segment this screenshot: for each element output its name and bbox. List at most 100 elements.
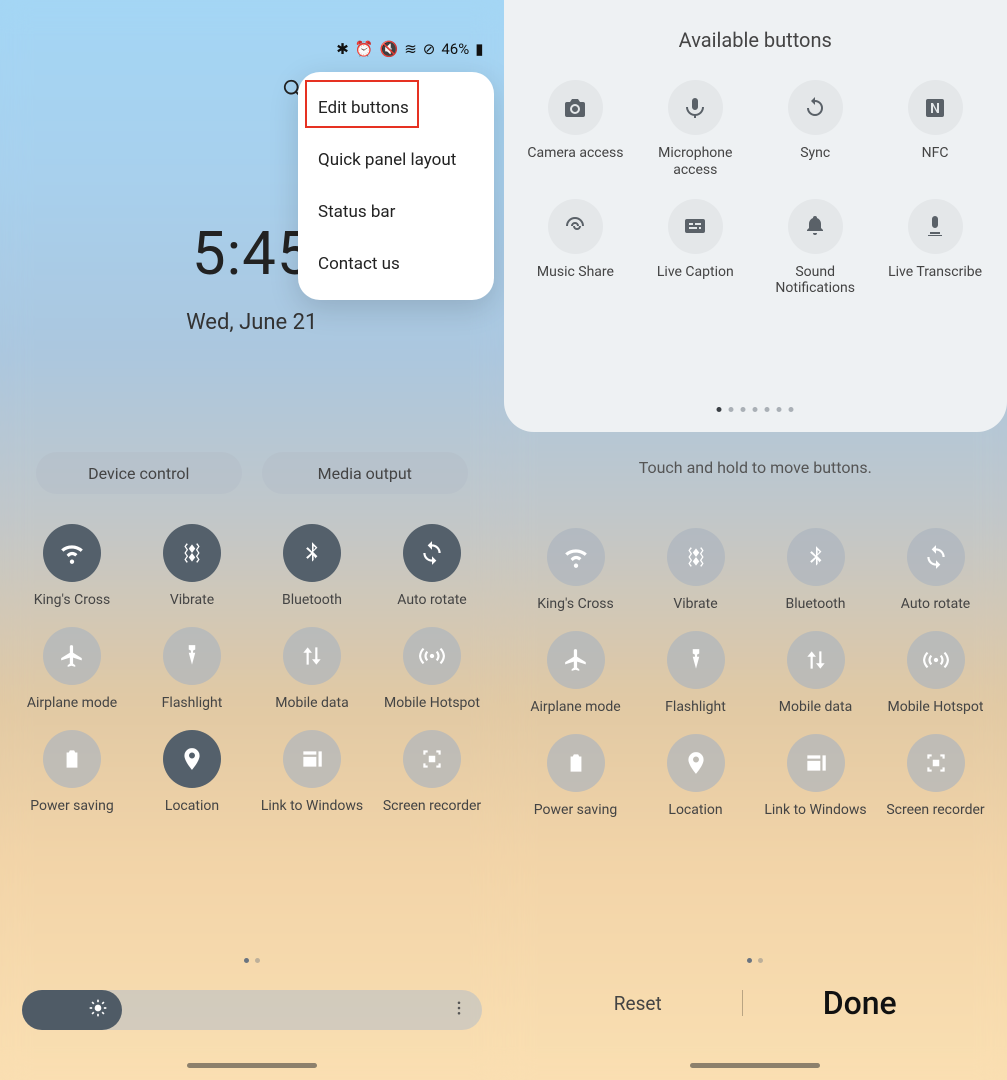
- hotspot-icon: [907, 631, 965, 689]
- data-icon: [787, 631, 845, 689]
- qs-tile-wifi[interactable]: King's Cross: [516, 528, 636, 613]
- qs-tile-plane[interactable]: Airplane mode: [516, 631, 636, 716]
- separator: [742, 990, 743, 1016]
- available-tile-transcribe[interactable]: Live Transcribe: [875, 199, 995, 298]
- qs-tile-rotate[interactable]: Auto rotate: [372, 524, 492, 609]
- qs-tile-label: Bluetooth: [786, 596, 846, 613]
- media-output-pill[interactable]: Media output: [262, 452, 468, 494]
- available-tile-camera[interactable]: Camera access: [516, 80, 636, 179]
- qs-tile-label: Mobile Hotspot: [888, 699, 984, 716]
- wifi-icon: [547, 528, 605, 586]
- power-icon: [547, 734, 605, 792]
- qs-tile-label: Screen recorder: [383, 798, 481, 815]
- win-icon: [283, 730, 341, 788]
- power-icon: [43, 730, 101, 788]
- qs-tile-loc[interactable]: Location: [132, 730, 252, 815]
- sync-icon: [788, 80, 843, 135]
- highlight-annotation: [305, 80, 419, 128]
- qs-tile-flash[interactable]: Flashlight: [132, 627, 252, 712]
- qs-tile-label: Flashlight: [162, 695, 223, 712]
- qs-tile-vibrate[interactable]: Vibrate: [636, 528, 756, 613]
- available-tile-label: Live Caption: [657, 264, 734, 281]
- qs-tile-bt[interactable]: Bluetooth: [756, 528, 876, 613]
- available-tile-music[interactable]: Music Share: [516, 199, 636, 298]
- mute-status-icon: 🔇: [380, 40, 399, 58]
- mic-icon: [668, 80, 723, 135]
- qs-tile-win[interactable]: Link to Windows: [756, 734, 876, 819]
- qs-tile-plane[interactable]: Airplane mode: [12, 627, 132, 712]
- available-tile-sync[interactable]: Sync: [755, 80, 875, 179]
- available-tile-label: Camera access: [527, 145, 623, 162]
- card-title: Available buttons: [504, 28, 1007, 52]
- qs-tile-flash[interactable]: Flashlight: [636, 631, 756, 716]
- available-tile-label: Sound Notifications: [761, 264, 869, 298]
- qs-tile-hotspot[interactable]: Mobile Hotspot: [372, 627, 492, 712]
- qs-tile-label: Power saving: [30, 798, 113, 815]
- qs-tile-wifi[interactable]: King's Cross: [12, 524, 132, 609]
- vibrate-icon: [667, 528, 725, 586]
- qs-tile-bt[interactable]: Bluetooth: [252, 524, 372, 609]
- menu-contact-us[interactable]: Contact us: [298, 238, 494, 290]
- device-control-pill[interactable]: Device control: [36, 452, 242, 494]
- available-tile-label: Music Share: [537, 264, 614, 281]
- qs-tile-label: Link to Windows: [764, 802, 866, 819]
- qs-tile-label: Airplane mode: [530, 699, 620, 716]
- bt-icon: [283, 524, 341, 582]
- qs-tile-label: Airplane mode: [27, 695, 117, 712]
- qs-tile-data[interactable]: Mobile data: [756, 631, 876, 716]
- done-button[interactable]: Done: [823, 984, 897, 1022]
- qs-tile-label: Mobile data: [275, 695, 348, 712]
- wifi-status-icon: ≋: [404, 40, 417, 58]
- rec-icon: [403, 730, 461, 788]
- qs-tile-win[interactable]: Link to Windows: [252, 730, 372, 815]
- qs-tile-rec[interactable]: Screen recorder: [372, 730, 492, 815]
- flash-icon: [163, 627, 221, 685]
- qs-tile-power[interactable]: Power saving: [516, 734, 636, 819]
- qs-tile-power[interactable]: Power saving: [12, 730, 132, 815]
- home-indicator[interactable]: [690, 1063, 820, 1068]
- qs-tile-vibrate[interactable]: Vibrate: [132, 524, 252, 609]
- qs-tile-rotate[interactable]: Auto rotate: [876, 528, 996, 613]
- camera-icon: [548, 80, 603, 135]
- data-icon: [283, 627, 341, 685]
- transcribe-icon: [908, 199, 963, 254]
- menu-item-label: Contact us: [318, 254, 400, 274]
- menu-status-bar[interactable]: Status bar: [298, 186, 494, 238]
- dnd-status-icon: ⊘: [423, 40, 436, 58]
- music-icon: [548, 199, 603, 254]
- bell-icon: [788, 199, 843, 254]
- available-tile-bell[interactable]: Sound Notifications: [755, 199, 875, 298]
- flash-icon: [667, 631, 725, 689]
- loc-icon: [163, 730, 221, 788]
- qs-tile-label: Location: [668, 802, 722, 819]
- available-buttons-card: Available buttons Camera access Microphon…: [504, 0, 1007, 432]
- win-icon: [787, 734, 845, 792]
- reset-button[interactable]: Reset: [614, 992, 662, 1015]
- qs-tile-label: King's Cross: [537, 596, 614, 613]
- qs-tile-data[interactable]: Mobile data: [252, 627, 372, 712]
- battery-percent: 46%: [441, 40, 469, 58]
- qs-tile-label: Mobile data: [779, 699, 852, 716]
- home-indicator[interactable]: [187, 1063, 317, 1068]
- available-tile-caption[interactable]: Live Caption: [635, 199, 755, 298]
- qs-tile-rec[interactable]: Screen recorder: [876, 734, 996, 819]
- available-tile-mic[interactable]: Microphone access: [635, 80, 755, 179]
- qs-tile-hotspot[interactable]: Mobile Hotspot: [876, 631, 996, 716]
- card-page-indicator: [717, 407, 794, 412]
- qs-tile-loc[interactable]: Location: [636, 734, 756, 819]
- rotate-icon: [907, 528, 965, 586]
- plane-icon: [547, 631, 605, 689]
- available-tile-label: NFC: [922, 145, 949, 162]
- quick-settings-grid-edit: King's Cross Vibrate Bluetooth Auto rotate A…: [516, 528, 996, 818]
- media-output-label: Media output: [318, 464, 412, 483]
- menu-quick-panel-layout[interactable]: Quick panel layout: [298, 134, 494, 186]
- plane-icon: [43, 627, 101, 685]
- brightness-slider[interactable]: [22, 990, 482, 1030]
- alarm-status-icon: ⏰: [355, 40, 374, 58]
- qs-tile-label: King's Cross: [34, 592, 111, 609]
- available-tile-nfc[interactable]: NFC: [875, 80, 995, 179]
- qs-tile-label: Vibrate: [673, 596, 717, 613]
- brightness-more-icon[interactable]: [450, 999, 468, 1021]
- hotspot-icon: [403, 627, 461, 685]
- clock-time: 5:45: [192, 218, 312, 289]
